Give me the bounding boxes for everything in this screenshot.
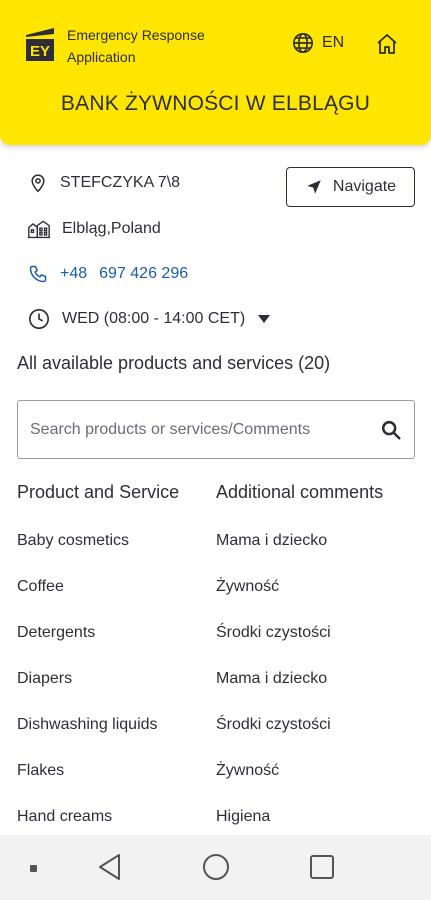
comment-cell: Środki czystości bbox=[216, 624, 331, 641]
nav-dot-icon[interactable] bbox=[30, 865, 37, 872]
home-icon[interactable] bbox=[375, 32, 399, 56]
table-body: Baby cosmetics Mama i dziecko Coffee Żyw… bbox=[17, 518, 417, 840]
product-cell: Baby cosmetics bbox=[17, 532, 130, 549]
system-navigation-bar bbox=[0, 835, 431, 900]
comment-cell: Mama i dziecko bbox=[216, 532, 328, 549]
hours-text: WED (08:00 - 14:00 CET) bbox=[62, 310, 246, 327]
table-row: Baby cosmetics Mama i dziecko bbox=[17, 518, 417, 564]
hours-row[interactable]: WED (08:00 - 14:00 CET) bbox=[28, 308, 271, 330]
comment-cell: Mama i dziecko bbox=[216, 670, 328, 687]
table-row: Hand creams Higiena bbox=[17, 794, 417, 840]
product-cell: Dishwashing liquids bbox=[17, 716, 158, 733]
home-circle-icon[interactable] bbox=[202, 853, 230, 881]
navigate-label: Navigate bbox=[332, 178, 397, 195]
products-table: Product and Service Additional comments … bbox=[17, 482, 417, 840]
product-cell: Diapers bbox=[17, 670, 73, 687]
comment-cell: Środki czystości bbox=[216, 716, 331, 733]
column-header-product: Product and Service bbox=[17, 482, 180, 502]
search-box[interactable] bbox=[17, 400, 415, 459]
comment-cell: Żywność bbox=[216, 762, 280, 779]
table-row: Detergents Środki czystości bbox=[17, 610, 417, 656]
navigate-button[interactable]: Navigate bbox=[286, 167, 415, 207]
product-cell: Flakes bbox=[17, 762, 65, 779]
globe-icon bbox=[293, 33, 313, 53]
search-icon[interactable] bbox=[380, 419, 402, 441]
address-row: STEFCZYKA 7\8 bbox=[28, 172, 180, 194]
city-row: Elbląg,Poland bbox=[28, 219, 161, 239]
phone-icon bbox=[29, 265, 47, 283]
phone-row[interactable]: +48 697 426 296 bbox=[28, 264, 188, 284]
product-cell: Hand creams bbox=[17, 808, 113, 825]
language-label: EN bbox=[322, 34, 345, 51]
navigation-arrow-icon bbox=[307, 180, 321, 194]
app-title-line1: Emergency Response bbox=[67, 27, 205, 43]
back-icon[interactable] bbox=[97, 853, 123, 881]
address-text: STEFCZYKA 7\8 bbox=[60, 174, 181, 191]
comment-cell: Żywność bbox=[216, 578, 280, 595]
app-title-line2: Application bbox=[67, 49, 136, 65]
product-cell: Detergents bbox=[17, 624, 96, 641]
table-row: Flakes Żywność bbox=[17, 748, 417, 794]
ey-logo-icon: EY bbox=[26, 28, 54, 61]
city-buildings-icon bbox=[28, 220, 50, 239]
phone-prefix[interactable]: +48 bbox=[60, 265, 87, 283]
table-row: Diapers Mama i dziecko bbox=[17, 656, 417, 702]
comment-cell: Higiena bbox=[216, 808, 271, 825]
clock-icon bbox=[29, 309, 49, 329]
table-row: Dishwashing liquids Środki czystości bbox=[17, 702, 417, 748]
phone-number[interactable]: 697 426 296 bbox=[99, 265, 188, 283]
language-selector[interactable]: EN bbox=[292, 32, 344, 54]
recents-icon[interactable] bbox=[309, 854, 335, 880]
city-text: Elbląg,Poland bbox=[62, 220, 161, 237]
location-pin-icon bbox=[31, 174, 45, 193]
svg-text:EY: EY bbox=[30, 43, 50, 60]
app-header: EY Emergency Response Application EN BAN… bbox=[0, 0, 431, 145]
bank-name-title: BANK ŻYWNOŚCI W ELBLĄGU bbox=[60, 92, 371, 115]
caret-down-icon[interactable] bbox=[257, 314, 271, 324]
table-row: Coffee Żywność bbox=[17, 564, 417, 610]
table-header: Product and Service Additional comments bbox=[17, 482, 417, 508]
app-title: Emergency Response Application bbox=[67, 24, 237, 68]
column-header-comments: Additional comments bbox=[216, 482, 384, 502]
search-input[interactable] bbox=[30, 420, 380, 439]
products-heading: All available products and services (20) bbox=[17, 353, 331, 373]
product-cell: Coffee bbox=[17, 578, 64, 595]
